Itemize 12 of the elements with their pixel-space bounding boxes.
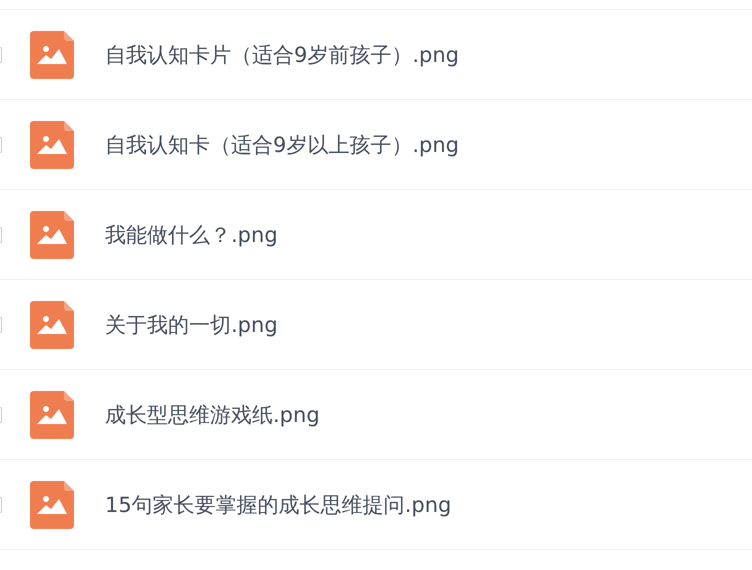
file-name[interactable]: 自我认知卡（适合9岁以上孩子）.png (105, 130, 460, 158)
image-file-icon (30, 300, 74, 348)
file-name[interactable]: 关于我的一切.png (105, 310, 278, 338)
file-name[interactable]: 成长型思维游戏纸.png (105, 400, 320, 428)
file-name[interactable]: 自我认知卡片（适合9岁前孩子）.png (105, 40, 460, 68)
image-file-icon (30, 30, 74, 78)
image-file-icon (30, 210, 74, 258)
image-file-icon (30, 390, 74, 438)
image-file-icon (30, 480, 74, 528)
image-file-icon (30, 120, 74, 168)
file-name[interactable]: 15句家长要掌握的成长思维提问.png (105, 490, 452, 518)
file-name[interactable]: 我能做什么？.png (105, 220, 278, 248)
